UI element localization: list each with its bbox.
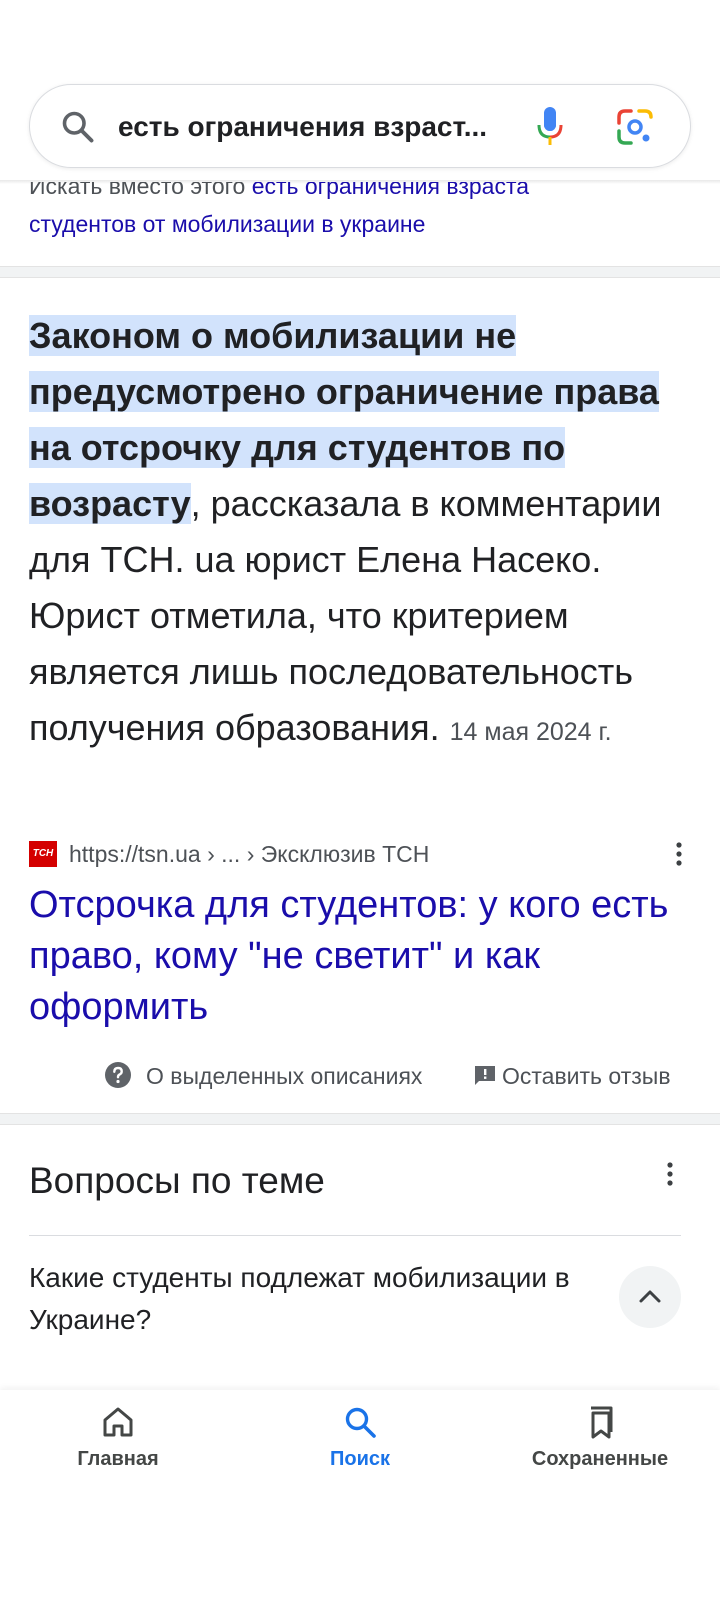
google-lens-icon[interactable] [615, 107, 655, 147]
search-bar[interactable]: есть ограничения взраст... [29, 84, 691, 168]
nav-home[interactable]: Главная [18, 1404, 218, 1484]
search-icon [345, 1407, 376, 1438]
divider [29, 1235, 681, 1236]
microphone-icon[interactable] [534, 105, 566, 149]
home-icon [103, 1407, 133, 1437]
source-url[interactable]: https://tsn.ua › ... › Эксклюзив ТСН [69, 838, 429, 870]
section-divider [0, 266, 720, 278]
nav-saved-label: Сохраненные [531, 1448, 669, 1470]
chevron-up-icon [639, 1290, 661, 1303]
help-icon[interactable] [104, 1061, 132, 1089]
source-row[interactable]: ТСН https://tsn.ua › ... › Эксклюзив ТСН [29, 838, 694, 870]
nav-saved[interactable]: Сохраненные [500, 1404, 700, 1484]
nav-home-label: Главная [77, 1448, 159, 1470]
featured-snippet: Законом о мобилизации не предусмотрено о… [29, 308, 689, 760]
related-questions-title: Вопросы по теме [29, 1160, 325, 1201]
search-input[interactable]: есть ограничения взраст... [118, 107, 518, 147]
feedback-icon[interactable] [473, 1064, 497, 1088]
nav-search[interactable]: Поиск [260, 1404, 460, 1484]
about-featured-snippets-link[interactable]: О выделенных описаниях [146, 1058, 422, 1094]
section-divider [0, 1113, 720, 1125]
bottom-navigation: Главная Поиск Сохраненные [0, 1390, 720, 1600]
more-options-icon[interactable] [669, 840, 689, 868]
more-options-icon[interactable] [660, 1160, 680, 1188]
feedback-link[interactable]: Оставить отзыв [502, 1058, 671, 1094]
did-you-mean-link-cont[interactable]: студентов от мобилизации в украине [29, 211, 425, 237]
did-you-mean-prefix: Искать вместо этого [29, 182, 252, 199]
did-you-mean-link[interactable]: есть ограничения взраста [252, 182, 529, 199]
search-icon[interactable] [60, 109, 96, 145]
snippet-date: 14 мая 2024 г. [449, 718, 612, 746]
result-title-link[interactable]: Отсрочка для студентов: у кого есть прав… [29, 880, 689, 1033]
expand-button[interactable] [619, 1266, 681, 1328]
related-question[interactable]: Какие студенты подлежат мобилизации в Ук… [29, 1257, 589, 1341]
bookmarks-icon [591, 1406, 613, 1439]
tsn-logo: ТСН [29, 841, 57, 867]
nav-search-label: Поиск [329, 1448, 391, 1470]
